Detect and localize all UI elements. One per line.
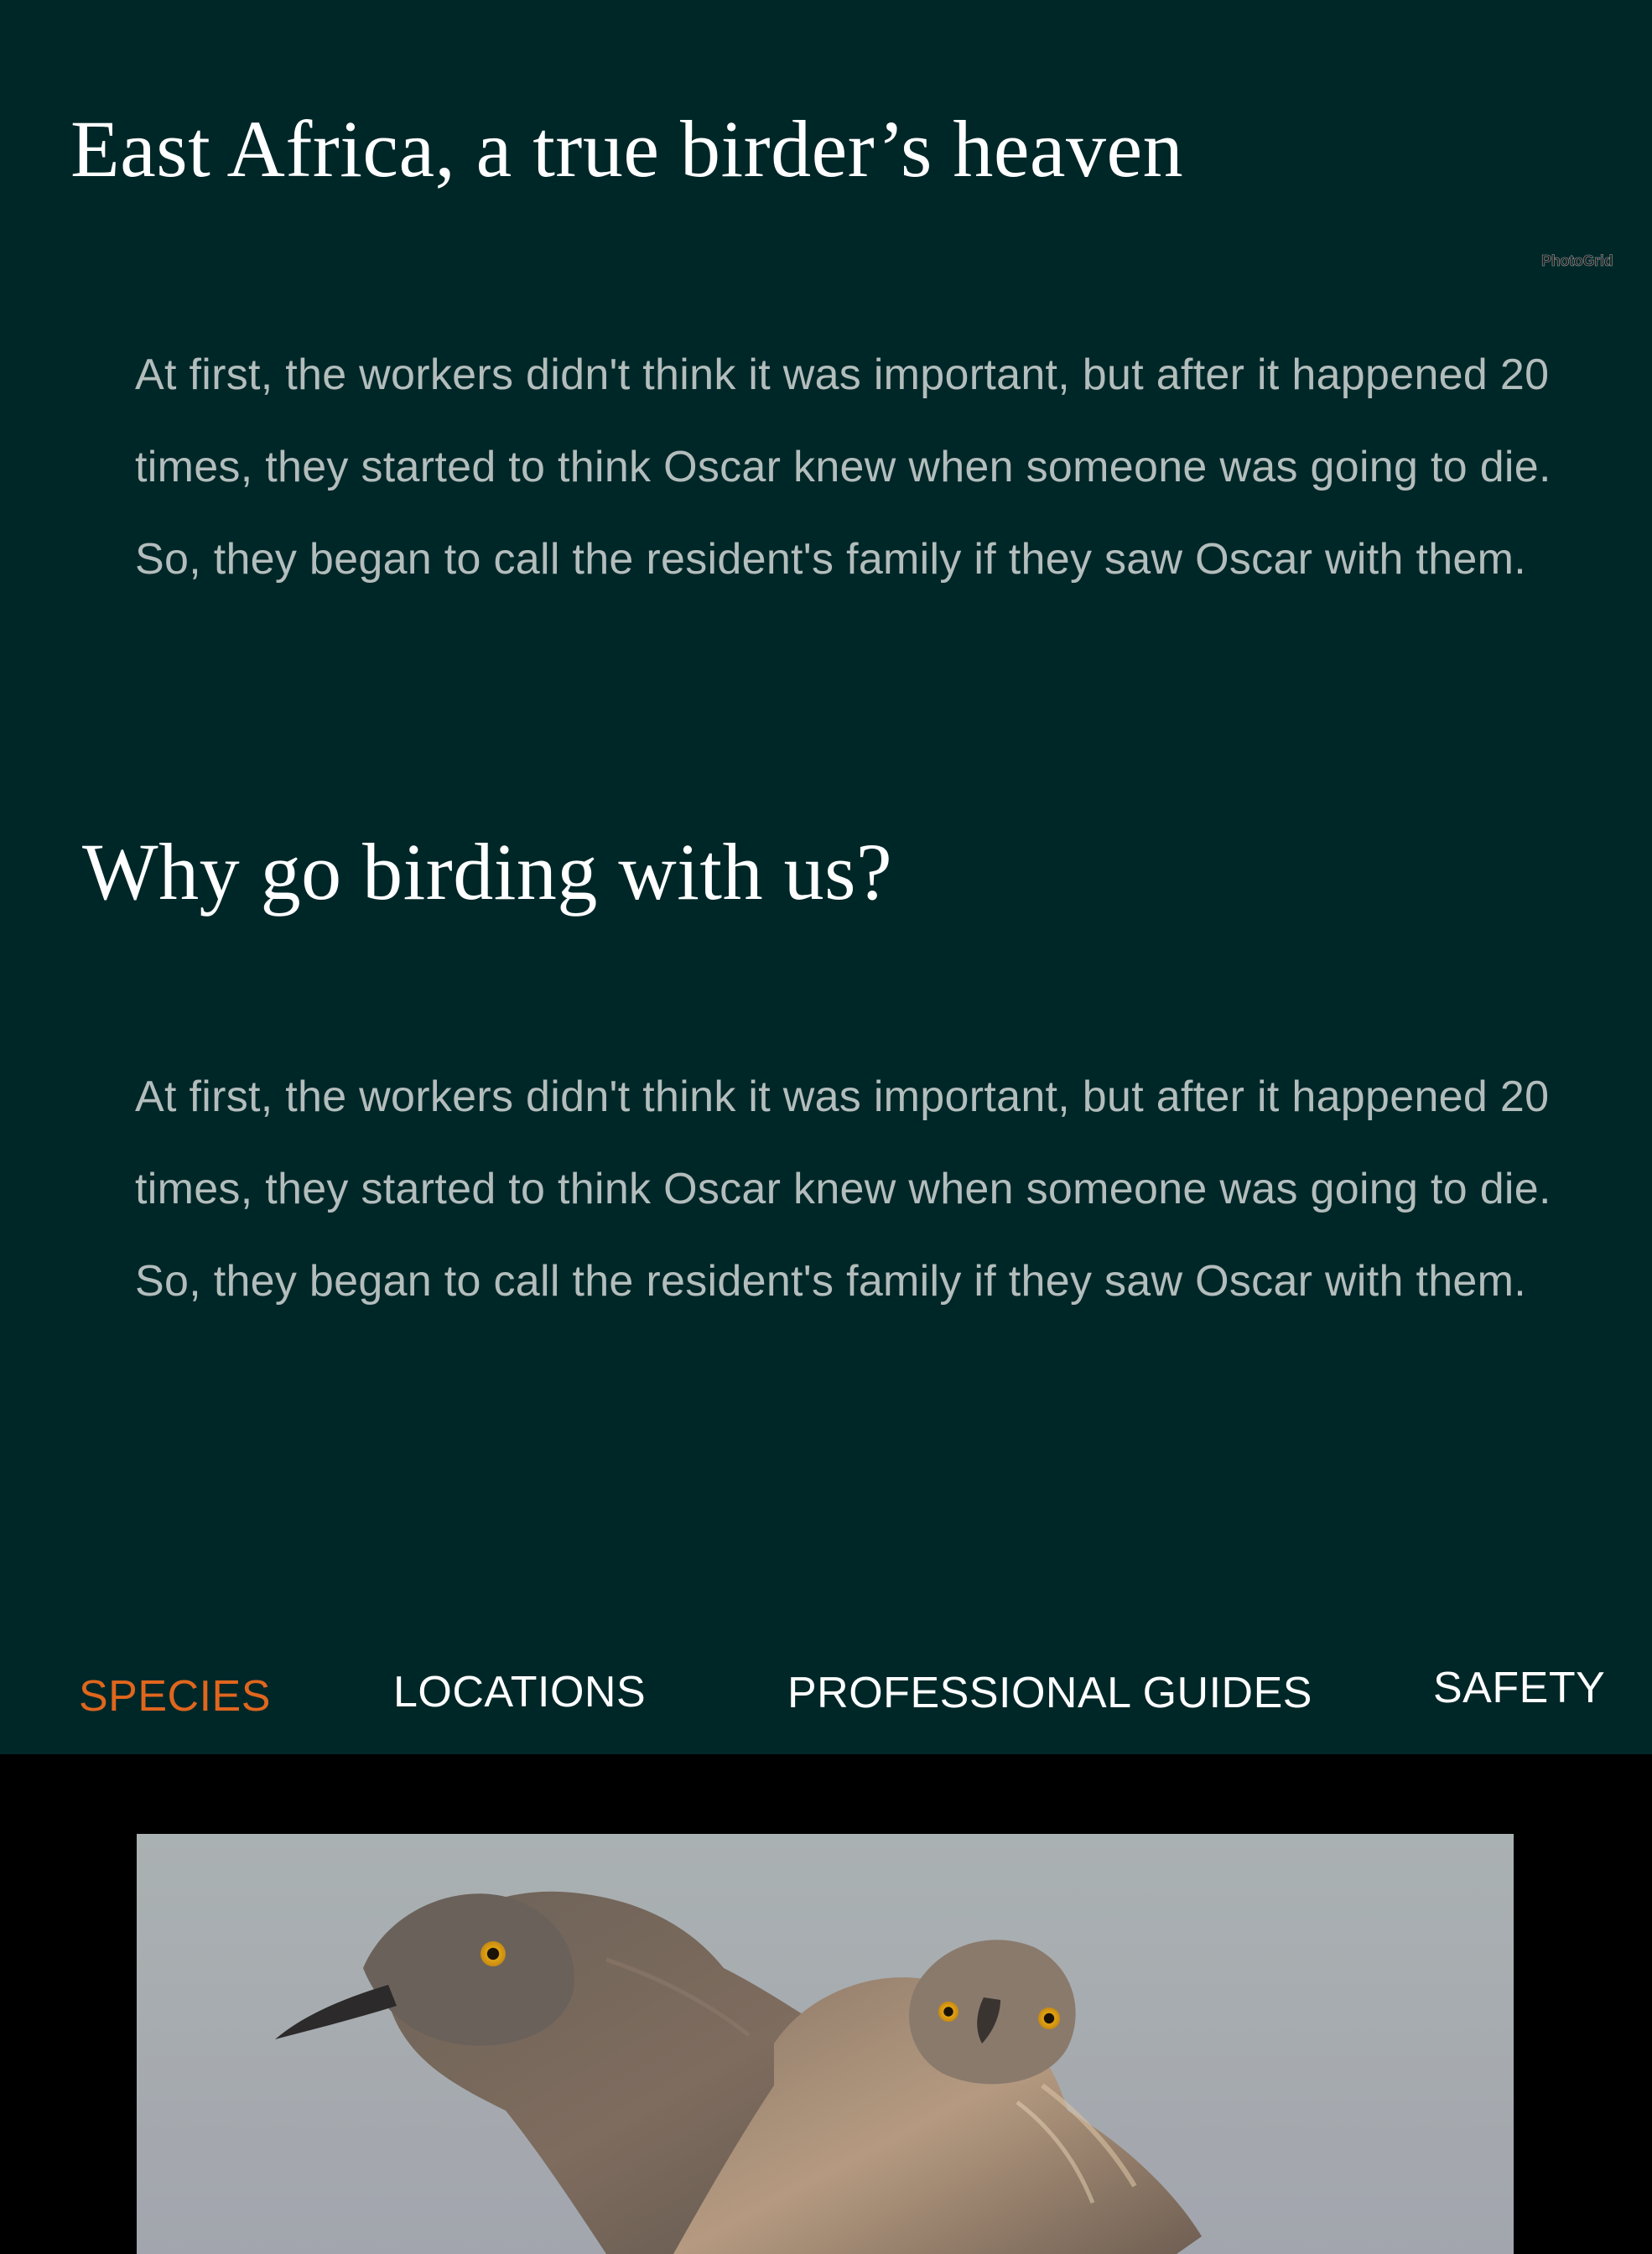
section-body-east-africa: At first, the workers didn't think it wa…	[135, 351, 1551, 584]
tab-species[interactable]: SPECIES	[79, 1671, 271, 1722]
two-birds-photo	[137, 1834, 1514, 2254]
section-title-why-birding: Why go birding with us?	[82, 827, 893, 917]
photogrid-watermark: PhotoGrid	[1541, 252, 1613, 270]
section-body-why-birding: At first, the workers didn't think it wa…	[135, 1072, 1551, 1306]
tab-professional-guides[interactable]: PROFESSIONAL GUIDES	[787, 1668, 1312, 1718]
photo-section	[0, 1754, 1652, 2254]
section-title-east-africa: East Africa, a true birder’s heaven	[70, 104, 1184, 194]
tab-bar: SPECIES LOCATIONS PROFESSIONAL GUIDES SA…	[0, 1635, 1652, 1754]
tab-locations[interactable]: LOCATIONS	[393, 1667, 646, 1717]
birds-illustration	[137, 1834, 1514, 2254]
tab-safety[interactable]: SAFETY	[1433, 1663, 1605, 1713]
